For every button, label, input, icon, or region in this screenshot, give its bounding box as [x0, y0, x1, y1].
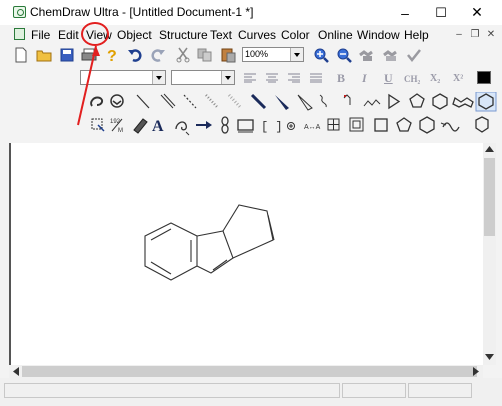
annotation-arrow-icon: [77, 45, 100, 126]
